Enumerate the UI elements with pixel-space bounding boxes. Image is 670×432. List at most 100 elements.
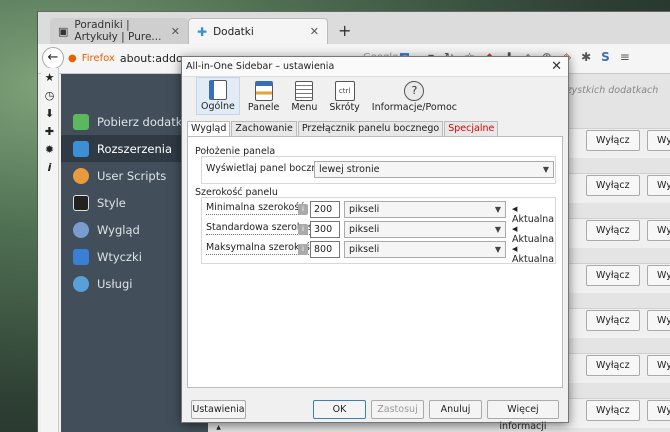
bookmarks-icon[interactable]: ★	[45, 71, 55, 84]
puzzle-icon	[73, 140, 89, 157]
keyboard-icon: ctrl	[334, 81, 355, 101]
standard-width-unit-select[interactable]: pikseli ▼	[344, 221, 506, 238]
downloads-icon[interactable]: ⬇	[45, 107, 54, 120]
tab-general[interactable]: Ogólne	[196, 77, 240, 115]
tab-panels[interactable]: Panele	[244, 77, 283, 115]
tab-dodatki[interactable]: ✚ Dodatki ✕	[188, 18, 328, 44]
apply-button[interactable]: Zastosuj	[371, 400, 424, 419]
chevron-down-icon: ▼	[494, 225, 501, 234]
info-icon[interactable]: i	[48, 161, 52, 174]
category-label: Style	[97, 195, 126, 210]
history-icon[interactable]: ◷	[45, 89, 55, 102]
gear-icon[interactable]: ✱	[581, 50, 591, 64]
button-label: Ustawienia	[192, 404, 245, 415]
chevron-down-icon: ▼	[494, 245, 501, 254]
max-width-unit-select[interactable]: pikseli ▼	[344, 241, 506, 258]
tab-info-help[interactable]: ? Informacje/Pomoc	[368, 77, 461, 115]
min-width-current-button[interactable]: ◀ Aktualna	[512, 203, 555, 225]
standard-width-current-button[interactable]: ◀ Aktualna	[512, 223, 555, 245]
tab-sidebar-switch[interactable]: Przełącznik panelu bocznego	[297, 121, 444, 136]
unit-value: pikseli	[349, 224, 380, 235]
tab-appearance[interactable]: Wygląd	[187, 121, 231, 136]
tab-strip: ▣ Poradniki | Artykuły | Pure... ✕ ✚ Dod…	[38, 12, 670, 44]
info-icon[interactable]: i	[298, 204, 308, 215]
position-select[interactable]: lewej stronie ▼	[314, 161, 554, 178]
addons-icon[interactable]: ✚	[45, 125, 54, 138]
settings-menu-button[interactable]: Ustawienia ▲	[191, 400, 246, 431]
triangle-left-icon: ◀	[512, 205, 518, 213]
disable-button[interactable]: Wyłącz	[647, 130, 670, 151]
triangle-left-icon: ◀	[512, 225, 518, 233]
sidebar-layout-icon	[208, 80, 227, 100]
disable-button[interactable]: Wyłącz	[586, 355, 640, 376]
triangle-down-icon: ▲	[216, 424, 221, 431]
min-width-unit-select[interactable]: pikseli ▼	[344, 201, 506, 218]
disable-button[interactable]: Wyłącz	[586, 310, 640, 331]
settings-icon[interactable]: ✹	[45, 143, 54, 156]
tab-content: Położenie panela Wyświetlaj panel boczny…	[187, 136, 563, 388]
toolbar-label: Ogólne	[201, 101, 235, 112]
standard-width-input[interactable]: 300	[310, 221, 340, 238]
info-icon[interactable]: i	[298, 244, 308, 255]
max-width-input[interactable]: 800	[310, 241, 340, 258]
disable-button[interactable]: Wyłącz	[647, 310, 670, 331]
plugin-icon	[73, 248, 89, 265]
toolbar-label: Informacje/Pomoc	[371, 102, 457, 113]
firefox-icon: ●	[68, 53, 77, 64]
dialog-title: All-in-One Sidebar – ustawienia	[182, 57, 568, 77]
disable-button[interactable]: Wyłącz	[647, 355, 670, 376]
back-button[interactable]: ←	[42, 47, 64, 69]
menu-icon[interactable]: ≡	[620, 50, 630, 64]
page-icon: ▣	[58, 24, 69, 38]
category-label: Rozszerzenia	[97, 141, 173, 156]
triangle-left-icon: ◀	[512, 245, 518, 253]
disable-button[interactable]: Wyłącz	[586, 400, 640, 421]
monkey-icon	[73, 167, 89, 184]
disable-button[interactable]: Wyłącz	[647, 265, 670, 286]
sidebar-icon-bar: ★ ◷ ⬇ ✚ ✹ i	[41, 68, 59, 432]
category-label: Wygląd	[97, 222, 140, 237]
puzzle-icon: ✚	[197, 24, 208, 39]
action-label: Aktualna	[512, 254, 555, 265]
min-width-input[interactable]: 200	[310, 201, 340, 218]
tab-shortcuts[interactable]: ctrl Skróty	[325, 77, 363, 115]
max-width-current-button[interactable]: ◀ Aktualna	[512, 243, 555, 265]
menu-list-icon	[295, 81, 314, 101]
disable-button[interactable]: Wyłącz	[586, 265, 640, 286]
tab-label: Dodatki	[213, 25, 254, 38]
disable-button[interactable]: Wyłącz	[647, 220, 670, 241]
close-icon[interactable]: ✕	[551, 59, 562, 74]
category-label: Wtyczki	[97, 249, 142, 264]
chevron-down-icon: ▼	[542, 165, 549, 174]
category-label: Pobierz dodatki	[97, 114, 186, 129]
identity-label: Firefox	[81, 53, 115, 64]
position-value: lewej stronie	[319, 164, 380, 175]
tab-menu[interactable]: Menu	[287, 77, 321, 115]
info-icon[interactable]: i	[298, 224, 308, 235]
category-label: User Scripts	[97, 168, 167, 183]
get-addons-icon	[73, 113, 89, 130]
stylish-icon	[73, 194, 89, 211]
width-group: Minimalna szerokość i 200 pikseli ▼ ◀ Ak…	[201, 197, 556, 265]
ok-button[interactable]: OK	[313, 400, 366, 419]
close-icon[interactable]: ✕	[171, 25, 180, 38]
tab-poradniki[interactable]: ▣ Poradniki | Artykuły | Pure... ✕	[50, 18, 188, 44]
disable-button[interactable]: Wyłącz	[586, 130, 640, 151]
cancel-button[interactable]: Anuluj	[429, 400, 482, 419]
more-info-button[interactable]: Więcej informacji	[487, 400, 559, 432]
toolbar-label: Menu	[291, 102, 318, 113]
chat-bubble-icon	[73, 275, 89, 292]
disable-button[interactable]: Wyłącz	[586, 175, 640, 196]
unit-value: pikseli	[349, 244, 380, 255]
new-tab-button[interactable]: +	[338, 21, 351, 40]
tab-special[interactable]: Specjalne	[444, 121, 499, 136]
disable-button[interactable]: Wyłącz	[586, 220, 640, 241]
settings-dialog: All-in-One Sidebar – ustawienia ✕ Ogólne…	[181, 56, 569, 432]
disable-button[interactable]: Wyłącz	[647, 400, 670, 421]
close-icon[interactable]: ✕	[310, 25, 319, 38]
tab-behavior[interactable]: Zachowanie	[231, 121, 297, 136]
s-icon[interactable]: S	[601, 50, 610, 64]
disable-button[interactable]: Wyłącz	[647, 175, 670, 196]
toolbar-label: Panele	[247, 102, 280, 113]
toolbar-label: Skróty	[329, 102, 360, 113]
